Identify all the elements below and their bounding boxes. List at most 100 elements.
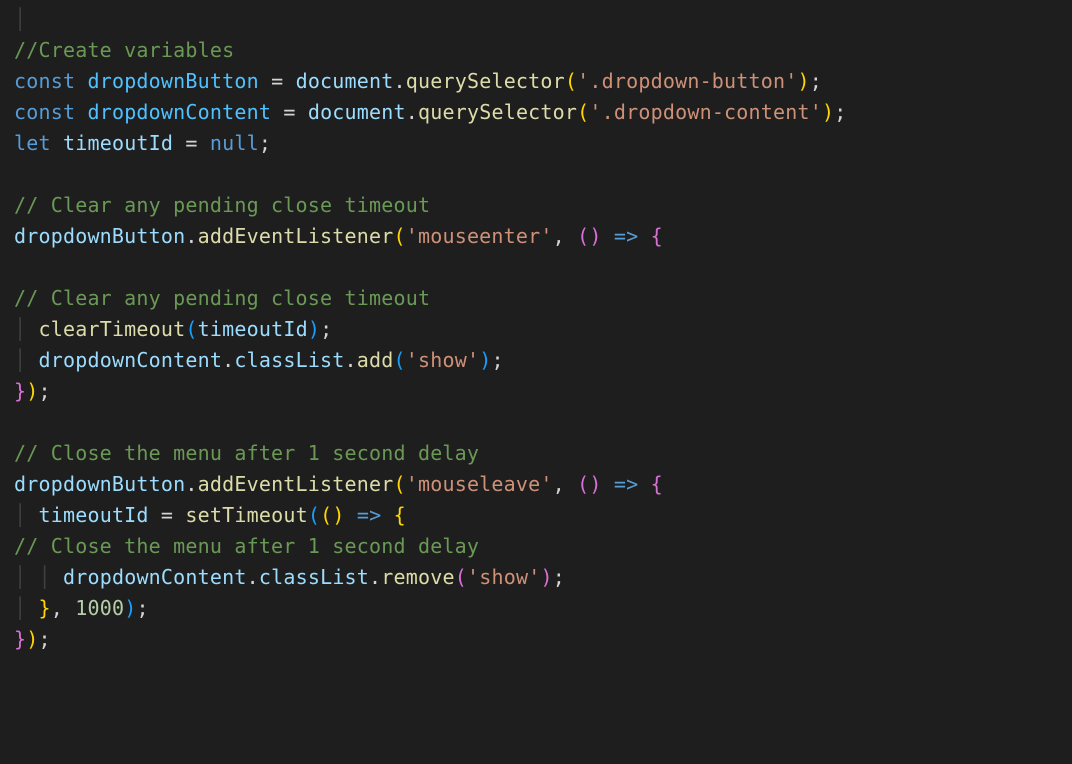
paren-close: )	[332, 503, 344, 527]
obj-document: document	[296, 69, 394, 93]
op-arrow: =>	[614, 472, 638, 496]
paren-close: )	[479, 348, 491, 372]
paren-close: )	[308, 317, 320, 341]
string: 'show'	[467, 565, 540, 589]
indent-guide: │	[39, 565, 51, 589]
prop-classList: classList	[234, 348, 344, 372]
fn-clearTimeout: clearTimeout	[39, 317, 186, 341]
paren-open: (	[393, 224, 405, 248]
string: 'show'	[406, 348, 479, 372]
indent-guide: │	[14, 565, 26, 589]
op-eq: =	[149, 503, 186, 527]
paren-close: )	[798, 69, 810, 93]
brace-close: }	[14, 379, 26, 403]
op-semi: ;	[39, 627, 51, 651]
comment: // Close the menu after 1 second delay	[14, 441, 479, 465]
literal-null: null	[210, 131, 259, 155]
string: '.dropdown-content'	[589, 100, 822, 124]
op-dot: .	[185, 224, 197, 248]
op-semi: ;	[39, 379, 51, 403]
paren-open: (	[308, 503, 320, 527]
op-dot: .	[406, 100, 418, 124]
paren-close: )	[540, 565, 552, 589]
op-dot: .	[222, 348, 234, 372]
paren-close: )	[589, 224, 601, 248]
var-dropdownButton: dropdownButton	[14, 472, 185, 496]
paren-close: )	[26, 379, 38, 403]
var-timeoutId: timeoutId	[39, 503, 149, 527]
fn-remove: remove	[381, 565, 454, 589]
indent-guide: │	[14, 348, 26, 372]
var-dropdownButton: dropdownButton	[14, 224, 185, 248]
paren-open: (	[577, 224, 589, 248]
comment: // Clear any pending close timeout	[14, 286, 430, 310]
brace-close: }	[14, 627, 26, 651]
paren-close: )	[589, 472, 601, 496]
var-dropdownButton: dropdownButton	[87, 69, 258, 93]
indent-guide: │	[14, 503, 26, 527]
op-semi: ;	[810, 69, 822, 93]
brace-close: }	[39, 596, 51, 620]
op-comma: ,	[553, 472, 577, 496]
op-semi: ;	[491, 348, 503, 372]
paren-close: )	[822, 100, 834, 124]
paren-open: (	[320, 503, 332, 527]
fn-querySelector: querySelector	[406, 69, 565, 93]
keyword-let: let	[14, 131, 51, 155]
paren-open: (	[565, 69, 577, 93]
op-arrow: =>	[614, 224, 638, 248]
comment: // Close the menu after 1 second delay	[14, 534, 479, 558]
indent-guide: │	[14, 7, 26, 31]
fn-setTimeout: setTimeout	[185, 503, 307, 527]
comment: // Clear any pending close timeout	[14, 193, 430, 217]
fn-addEventListener: addEventListener	[198, 224, 394, 248]
brace-open: {	[651, 224, 663, 248]
op-eq: =	[173, 131, 210, 155]
brace-open: {	[651, 472, 663, 496]
fn-add: add	[357, 348, 394, 372]
string: 'mouseenter'	[406, 224, 553, 248]
code-editor[interactable]: │ //Create variables const dropdownButto…	[0, 0, 1072, 669]
op-comma: ,	[51, 596, 75, 620]
op-dot: .	[394, 69, 406, 93]
keyword-const: const	[14, 100, 75, 124]
brace-open: {	[394, 503, 406, 527]
op-semi: ;	[320, 317, 332, 341]
string: 'mouseleave'	[406, 472, 553, 496]
var-timeoutId: timeoutId	[198, 317, 308, 341]
keyword-const: const	[14, 69, 75, 93]
op-dot: .	[345, 348, 357, 372]
op-semi: ;	[834, 100, 846, 124]
op-semi: ;	[553, 565, 565, 589]
op-eq: =	[271, 100, 308, 124]
op-dot: .	[369, 565, 381, 589]
paren-open: (	[394, 348, 406, 372]
paren-open: (	[185, 317, 197, 341]
indent-guide: │	[14, 596, 26, 620]
op-semi: ;	[259, 131, 271, 155]
paren-open: (	[577, 100, 589, 124]
paren-close: )	[26, 627, 38, 651]
fn-querySelector: querySelector	[418, 100, 577, 124]
number: 1000	[75, 596, 124, 620]
string: '.dropdown-button'	[577, 69, 797, 93]
paren-open: (	[393, 472, 405, 496]
var-dropdownContent: dropdownContent	[39, 348, 223, 372]
var-dropdownContent: dropdownContent	[63, 565, 247, 589]
op-semi: ;	[136, 596, 148, 620]
fn-addEventListener: addEventListener	[198, 472, 394, 496]
comment: //Create variables	[14, 38, 234, 62]
obj-document: document	[308, 100, 406, 124]
paren-open: (	[455, 565, 467, 589]
indent-guide: │	[14, 317, 26, 341]
op-arrow: =>	[357, 503, 381, 527]
op-eq: =	[259, 69, 296, 93]
paren-open: (	[577, 472, 589, 496]
var-dropdownContent: dropdownContent	[87, 100, 271, 124]
paren-close: )	[124, 596, 136, 620]
prop-classList: classList	[259, 565, 369, 589]
op-comma: ,	[553, 224, 577, 248]
op-dot: .	[247, 565, 259, 589]
var-timeoutId: timeoutId	[63, 131, 173, 155]
op-dot: .	[185, 472, 197, 496]
